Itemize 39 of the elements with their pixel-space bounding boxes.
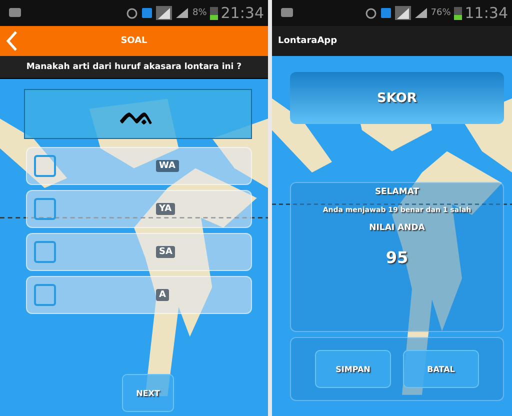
signal-icon <box>175 7 190 19</box>
question-text: Manakah arti dari huruf akasara lontara ini ? <box>0 56 268 79</box>
checkbox[interactable] <box>34 198 56 220</box>
signal-icon <box>394 6 411 20</box>
option-label: WA <box>156 160 178 172</box>
app-bar-title: LontaraApp <box>278 36 338 46</box>
score-label: NILAI ANDA <box>369 223 425 233</box>
score-title: SKOR <box>377 90 417 106</box>
clock-time: 11:34 <box>464 4 508 22</box>
score-value: 95 <box>386 248 408 267</box>
sim-icon <box>141 7 154 19</box>
lontara-character: ᨕ <box>120 96 156 132</box>
sim-icon <box>380 7 392 19</box>
answer-option[interactable]: SA <box>26 233 252 271</box>
option-label: SA <box>156 246 176 258</box>
answer-option[interactable]: YA <box>26 190 252 228</box>
battery-icon <box>454 6 462 20</box>
signal-icon <box>414 7 428 19</box>
notification-icon <box>8 7 22 19</box>
notification-icon <box>280 7 294 19</box>
action-button[interactable]: SIMPAN <box>315 350 391 388</box>
option-label: A <box>156 289 169 301</box>
checkbox[interactable] <box>34 241 56 263</box>
battery-percent: 76% <box>430 8 451 18</box>
action-button[interactable]: BATAL <box>403 350 479 388</box>
signal-icon <box>156 6 172 20</box>
alarm-icon <box>364 7 377 19</box>
app-bar-title: SOAL <box>120 36 148 46</box>
battery-icon <box>210 6 218 20</box>
checkbox[interactable] <box>34 284 56 306</box>
option-label: YA <box>156 203 175 215</box>
alarm-icon <box>126 7 138 19</box>
answer-option[interactable]: A <box>26 276 252 314</box>
battery-percent: 8% <box>192 8 207 18</box>
checkbox[interactable] <box>34 155 56 177</box>
greeting-text: SELAMAT <box>374 187 420 197</box>
answer-option[interactable]: WA <box>26 147 252 185</box>
back-icon[interactable] <box>6 30 18 52</box>
clock-time: 21:34 <box>220 4 264 22</box>
